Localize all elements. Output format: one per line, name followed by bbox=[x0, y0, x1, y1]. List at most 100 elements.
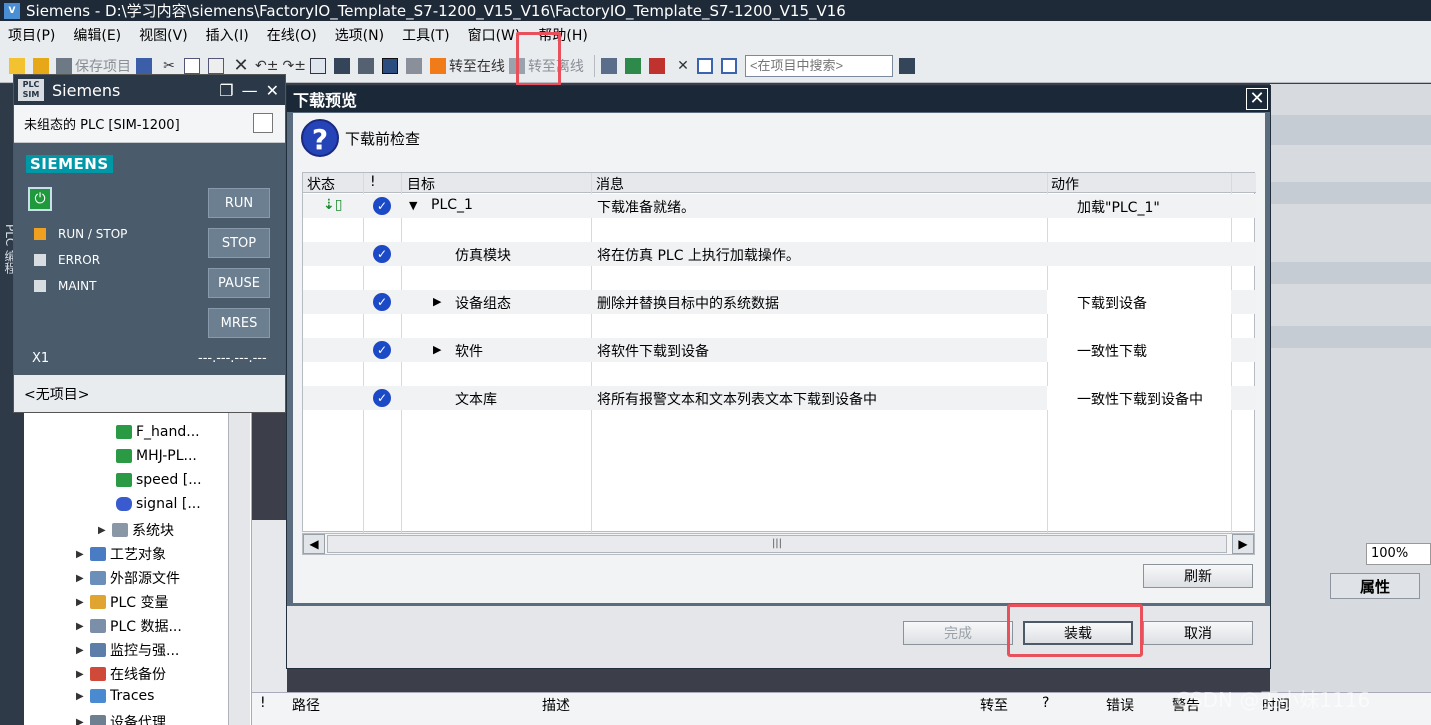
csdn-watermark: CSDN @王小妹1116 bbox=[1176, 688, 1371, 712]
dialog-close-icon[interactable]: ✕ bbox=[1246, 88, 1268, 110]
check-icon: ✓ bbox=[373, 389, 391, 407]
finish-button[interactable]: 完成 bbox=[903, 621, 1013, 645]
scroll-right-icon[interactable]: ▶ bbox=[1232, 534, 1254, 554]
tree-item[interactable]: signal [... bbox=[116, 496, 201, 512]
row-message: 将在仿真 PLC 上执行加载操作。 bbox=[597, 248, 800, 264]
datatype-icon bbox=[90, 619, 106, 633]
cancel-button[interactable]: 取消 bbox=[1143, 621, 1253, 645]
menu-view[interactable]: 视图(V) bbox=[139, 25, 188, 45]
expand-arrow-icon[interactable]: ▶ bbox=[433, 343, 441, 356]
stop-cpu-icon[interactable] bbox=[649, 54, 669, 78]
row-action[interactable]: 加载"PLC_1" bbox=[1077, 197, 1160, 217]
right-workspace-band bbox=[1270, 115, 1431, 145]
tree-item[interactable]: F_hand... bbox=[116, 424, 200, 440]
cross-reference-icon[interactable]: ✕ bbox=[673, 54, 693, 78]
go-online-icon bbox=[429, 57, 446, 74]
fb-icon bbox=[116, 425, 132, 439]
expand-arrow-icon[interactable]: ▶ bbox=[76, 621, 90, 632]
col-status[interactable]: 状态 bbox=[307, 174, 335, 194]
menu-project[interactable]: 项目(P) bbox=[8, 25, 55, 45]
window-title: Siemens - D:\学习内容\siemens\FactoryIO_Temp… bbox=[26, 2, 846, 20]
save-icon bbox=[56, 57, 72, 74]
table-row[interactable]: ✓ 仿真模块 将在仿真 PLC 上执行加载操作。 bbox=[303, 242, 1256, 266]
zoom-level[interactable]: 100% bbox=[1366, 543, 1431, 565]
tree-item[interactable]: ▶ PLC 变量 bbox=[76, 592, 168, 612]
action-cell[interactable]: 一致性下载到设备中 bbox=[1047, 386, 1231, 410]
table-row[interactable]: ✓ 文本库 将所有报警文本和文本列表文本下载到设备中 一致性下载到设备中 bbox=[303, 386, 1256, 410]
expand-arrow-icon[interactable]: ▶ bbox=[98, 525, 112, 536]
tree-item[interactable]: ▶ 系统块 bbox=[98, 520, 174, 540]
expand-arrow-icon[interactable]: ▶ bbox=[433, 295, 441, 308]
minimize-icon[interactable]: — bbox=[242, 81, 258, 100]
expand-arrow-icon[interactable]: ▶ bbox=[76, 645, 90, 656]
table-row[interactable]: ⇣▯ ✓ ▼ PLC_1 下载准备就绪。 加载"PLC_1" bbox=[303, 194, 1256, 218]
start-simulation-icon[interactable] bbox=[382, 54, 402, 78]
row-action[interactable]: 一致性下载 bbox=[1077, 341, 1147, 361]
scroll-left-icon[interactable]: ◀ bbox=[303, 534, 325, 554]
stop-simulation-icon[interactable] bbox=[406, 54, 426, 78]
menu-online[interactable]: 在线(O) bbox=[267, 25, 317, 45]
restore-icon[interactable]: ❐ bbox=[219, 81, 233, 100]
menu-edit[interactable]: 编辑(E) bbox=[73, 25, 121, 45]
action-cell[interactable]: 一致性下载 bbox=[1047, 338, 1231, 362]
mres-button[interactable]: MRES bbox=[208, 308, 270, 338]
close-icon[interactable]: ✕ bbox=[266, 81, 279, 100]
menu-tools[interactable]: 工具(T) bbox=[402, 25, 449, 45]
split-vertical-icon[interactable] bbox=[721, 54, 741, 78]
tree-item[interactable]: MHJ-PL... bbox=[116, 448, 197, 464]
project-tree: F_hand... MHJ-PL... speed [... signal [.… bbox=[24, 400, 252, 725]
menu-window[interactable]: 窗口(W) bbox=[468, 25, 521, 45]
col-target[interactable]: 目标 bbox=[407, 174, 435, 194]
tree-item[interactable]: ▶ 设备代理... bbox=[76, 712, 179, 725]
refresh-button[interactable]: 刷新 bbox=[1143, 564, 1253, 588]
project-search-input[interactable] bbox=[744, 54, 893, 77]
switch-view-icon[interactable] bbox=[253, 113, 273, 133]
action-cell[interactable]: 下载到设备 bbox=[1047, 290, 1231, 314]
download-icon[interactable] bbox=[334, 54, 354, 78]
split-horizontal-icon[interactable] bbox=[697, 54, 717, 78]
go-online-label: 转至在线 bbox=[448, 58, 505, 75]
collapse-arrow-icon[interactable]: ▼ bbox=[409, 199, 417, 212]
upload-icon[interactable] bbox=[358, 54, 378, 78]
tree-item[interactable]: ▶ 监控与强... bbox=[76, 640, 179, 660]
expand-arrow-icon[interactable]: ▶ bbox=[76, 717, 90, 725]
expand-arrow-icon[interactable]: ▶ bbox=[76, 573, 90, 584]
power-icon[interactable]: ⏻ bbox=[28, 187, 52, 211]
compile-icon[interactable] bbox=[310, 54, 330, 78]
scrollbar-thumb[interactable]: ||| bbox=[327, 535, 1227, 553]
tree-scrollbar[interactable] bbox=[228, 400, 250, 725]
horizontal-scrollbar[interactable]: ◀ ||| ▶ bbox=[302, 533, 1255, 555]
accessible-devices-icon[interactable] bbox=[601, 54, 621, 78]
led-run-stop: RUN / STOP bbox=[34, 227, 127, 241]
tree-item[interactable]: ▶ PLC 数据... bbox=[76, 616, 182, 636]
finish-label: 完成 bbox=[944, 626, 972, 642]
go-online-button[interactable]: 转至在线 bbox=[429, 54, 505, 78]
expand-arrow-icon[interactable]: ▶ bbox=[76, 669, 90, 680]
col-excl[interactable]: ! bbox=[370, 174, 376, 190]
plcsim-project-status: <无项目> bbox=[14, 375, 285, 412]
question-icon: ? bbox=[301, 119, 339, 157]
table-row[interactable]: ✓ ▶ 设备组态 删除并替换目标中的系统数据 下载到设备 bbox=[303, 290, 1256, 314]
right-workspace bbox=[1270, 84, 1431, 725]
row-action[interactable]: 一致性下载到设备中 bbox=[1077, 389, 1203, 409]
search-go-icon[interactable] bbox=[899, 54, 919, 78]
expand-arrow-icon[interactable]: ▶ bbox=[76, 691, 90, 702]
pause-button[interactable]: PAUSE bbox=[208, 268, 270, 298]
expand-arrow-icon[interactable]: ▶ bbox=[76, 549, 90, 560]
tree-item[interactable]: ▶ 在线备份 bbox=[76, 664, 166, 684]
start-cpu-icon[interactable] bbox=[625, 54, 645, 78]
properties-tab[interactable]: 属性 bbox=[1330, 573, 1420, 599]
table-row[interactable]: ✓ ▶ 软件 将软件下载到设备 一致性下载 bbox=[303, 338, 1256, 362]
tree-item[interactable]: speed [... bbox=[116, 472, 202, 488]
run-button[interactable]: RUN bbox=[208, 188, 270, 218]
col-message[interactable]: 消息 bbox=[596, 174, 624, 194]
expand-arrow-icon[interactable]: ▶ bbox=[76, 597, 90, 608]
menu-insert[interactable]: 插入(I) bbox=[206, 25, 249, 45]
tree-item[interactable]: ▶ 工艺对象 bbox=[76, 544, 166, 564]
tree-item[interactable]: ▶ 外部源文件 bbox=[76, 568, 180, 588]
row-action[interactable]: 下载到设备 bbox=[1077, 293, 1147, 313]
menu-options[interactable]: 选项(N) bbox=[335, 25, 384, 45]
col-action[interactable]: 动作 bbox=[1051, 174, 1079, 194]
stop-button[interactable]: STOP bbox=[208, 228, 270, 258]
tree-item[interactable]: ▶ Traces bbox=[76, 688, 154, 704]
